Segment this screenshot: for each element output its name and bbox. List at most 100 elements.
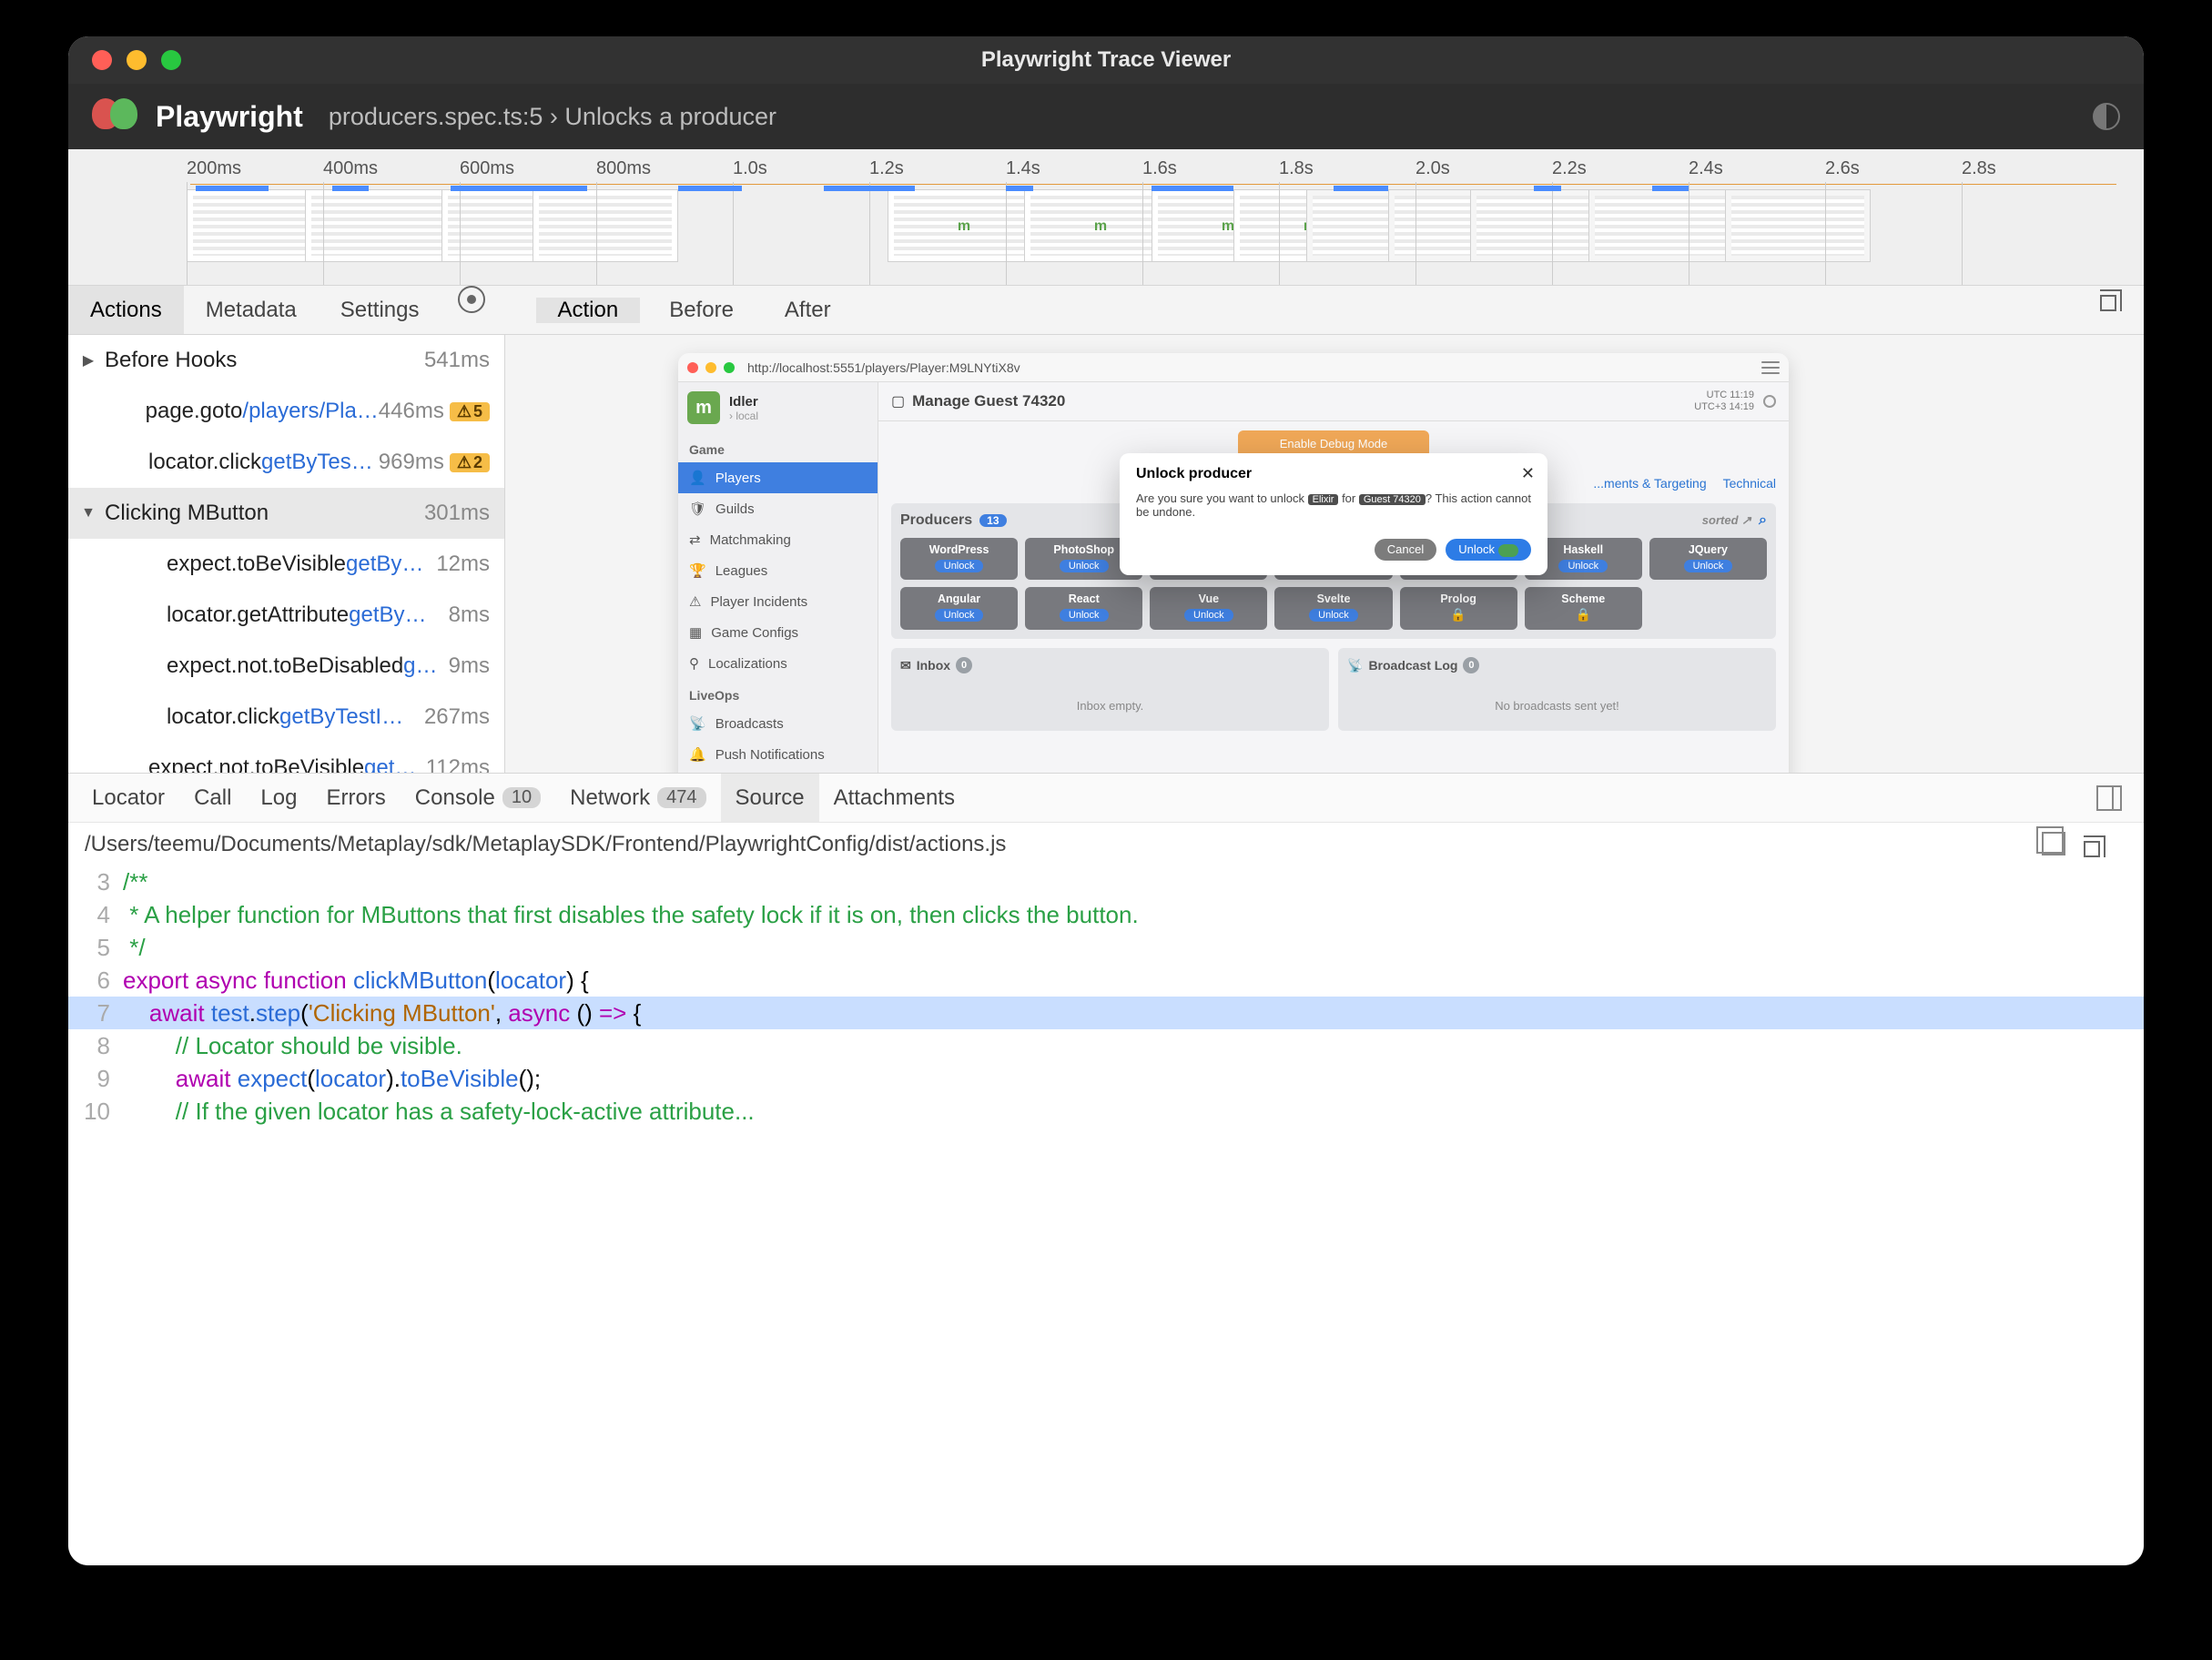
unlock-button[interactable]: Unlock <box>1184 609 1233 622</box>
app-sidebar: m Idler › local Game 👤Players🛡Guilds⇄Mat… <box>678 382 878 773</box>
target-icon[interactable] <box>458 286 485 313</box>
broadcast-title: Broadcast Log <box>1368 658 1457 673</box>
bottom-tab[interactable]: Console10 <box>401 774 555 822</box>
action-row[interactable]: expect.not.toBeDisabled g…9ms <box>68 641 504 692</box>
unlock-button[interactable]: Unlock <box>935 560 984 572</box>
unlock-button[interactable]: Unlock <box>935 609 984 622</box>
copy-icon[interactable] <box>2042 832 2065 855</box>
preview-tab[interactable]: Before <box>647 298 756 323</box>
section-liveops: LiveOps <box>678 679 878 708</box>
timeline-thumb[interactable] <box>1588 189 1734 262</box>
action-row[interactable]: locator.click getByTestI…267ms <box>68 692 504 743</box>
source-path-bar: /Users/teemu/Documents/Metaplay/sdk/Meta… <box>68 822 2144 865</box>
app-nav-item[interactable]: ⇄Matchmaking <box>678 524 878 555</box>
mid-tabbar: ActionsMetadataSettings ActionBefore Afte… <box>68 286 2144 335</box>
app-nav-item[interactable]: 👤Players <box>678 462 878 493</box>
app-url: http://localhost:5551/players/Player:M9L… <box>747 360 1020 375</box>
sidebar-tab[interactable]: Settings <box>319 286 441 334</box>
app-nav-item[interactable]: ▦Game Configs <box>678 617 878 648</box>
split-panel-icon[interactable] <box>2096 785 2122 811</box>
open-file-external-icon[interactable] <box>2084 832 2109 857</box>
timeline-thumb[interactable]: m <box>1024 189 1170 262</box>
timeline-thumb[interactable] <box>533 189 678 262</box>
app-tab[interactable]: ...ments & Targeting <box>1593 476 1706 491</box>
unlock-button[interactable]: Unlock <box>1558 560 1608 572</box>
bottom-tab[interactable]: Network474 <box>555 774 720 822</box>
modal-body: Are you sure you want to unlock Elixir f… <box>1136 491 1531 519</box>
lock-icon: 🔒 <box>1527 607 1640 622</box>
timeline-tick: 600ms <box>460 158 514 179</box>
warning-badge: 5 <box>450 402 490 421</box>
bottom-tab[interactable]: Log <box>246 774 311 822</box>
action-row[interactable]: locator.getAttribute getBy…8ms <box>68 590 504 641</box>
search-icon[interactable]: ⌕ <box>1759 512 1767 529</box>
source-code-pane: 3/**4 * A helper function for MButtons t… <box>68 865 2144 1565</box>
timeline-tick: 1.2s <box>869 158 904 179</box>
code-line: 4 * A helper function for MButtons that … <box>68 898 2144 931</box>
preview-tab[interactable]: After <box>763 298 853 323</box>
bottom-tab[interactable]: Locator <box>77 774 179 822</box>
bottom-tab[interactable]: Call <box>179 774 246 822</box>
app-tab[interactable]: Technical <box>1723 476 1776 491</box>
timeline[interactable]: 200ms400ms600ms800ms1.0s1.2s1.4s1.6s1.8s… <box>68 149 2144 286</box>
open-external-icon[interactable] <box>2100 286 2126 311</box>
timeline-thumb[interactable] <box>1725 189 1871 262</box>
action-row[interactable]: ▶Before Hooks541ms <box>68 335 504 386</box>
utc-time-2: UTC+3 14:19 <box>1694 401 1754 413</box>
app-env: › local <box>729 410 758 422</box>
action-row[interactable]: expect.not.toBeVisible get…112ms <box>68 743 504 773</box>
user-avatar-icon[interactable] <box>1763 395 1776 408</box>
sidebar-tabs: ActionsMetadataSettings <box>68 286 441 334</box>
app-window: Playwright Trace Viewer Playwright produ… <box>68 36 2144 1565</box>
timeline-tick: 2.2s <box>1552 158 1587 179</box>
count-badge: 474 <box>657 787 705 808</box>
app-nav-item[interactable]: ⚲Localizations <box>678 648 878 679</box>
action-row[interactable]: locator.click getByTes…969ms2 <box>68 437 504 488</box>
chevron-icon: ▼ <box>77 505 99 521</box>
app-screenshot: http://localhost:5551/players/Player:M9L… <box>678 353 1789 773</box>
app-nav-item[interactable]: 🛡Guilds <box>678 493 878 524</box>
sidebar-tab[interactable]: Metadata <box>184 286 319 334</box>
broadcast-empty: No broadcasts sent yet! <box>1347 673 1767 722</box>
producer-card: WordPressUnlock <box>900 538 1018 580</box>
producer-card: ReactUnlock <box>1025 587 1142 630</box>
unlock-button[interactable]: Unlock <box>1060 560 1109 572</box>
action-row[interactable]: ▼Clicking MButton301ms <box>68 488 504 539</box>
hamburger-icon[interactable] <box>1761 361 1780 374</box>
bottom-tab[interactable]: Attachments <box>819 774 969 822</box>
unlock-button[interactable]: Unlock <box>1309 609 1358 622</box>
broadcast-panel: 📡Broadcast Log 0 No broadcasts sent yet! <box>1338 648 1776 731</box>
action-row[interactable]: expect.toBeVisible getBy…12ms <box>68 539 504 590</box>
app-nav-item[interactable]: 🏆Leagues <box>678 555 878 586</box>
utc-time-1: UTC 11:19 <box>1694 390 1754 401</box>
timeline-tick: 2.0s <box>1415 158 1450 179</box>
unlock-button[interactable]: Unlock <box>1060 609 1109 622</box>
timeline-thumb[interactable] <box>305 189 451 262</box>
theme-toggle-icon[interactable] <box>2093 103 2120 130</box>
action-row[interactable]: page.goto /players/Pla…446ms5 <box>68 386 504 437</box>
inbox-panel: ✉Inbox 0 Inbox empty. <box>891 648 1329 731</box>
timeline-range-bar <box>190 184 2116 185</box>
app-nav-item[interactable]: ⚠Player Incidents <box>678 586 878 617</box>
timeline-thumb[interactable]: m <box>888 189 1033 262</box>
lock-icon: 🔒 <box>1402 607 1516 622</box>
producers-count: 13 <box>979 514 1006 527</box>
app-nav-item[interactable]: 🔔Push Notifications <box>678 739 878 770</box>
timeline-tick: 1.8s <box>1279 158 1314 179</box>
safety-toggle-icon[interactable] <box>1498 544 1518 557</box>
bottom-tab[interactable]: Source <box>721 774 819 822</box>
count-badge: 10 <box>502 787 541 808</box>
unlock-button[interactable]: Unlock <box>1446 539 1531 561</box>
modal-close-icon[interactable]: ✕ <box>1521 464 1535 483</box>
app-nav-item[interactable]: 👥Player Segments <box>678 770 878 773</box>
cancel-button[interactable]: Cancel <box>1375 539 1436 561</box>
unlock-button[interactable]: Unlock <box>1684 560 1733 572</box>
timeline-tick: 2.8s <box>1962 158 1996 179</box>
timeline-tick: 2.4s <box>1689 158 1723 179</box>
sidebar-tab[interactable]: Actions <box>68 286 184 334</box>
bottom-tab[interactable]: Errors <box>311 774 400 822</box>
timeline-tick: 400ms <box>323 158 378 179</box>
app-nav-item[interactable]: 📡Broadcasts <box>678 708 878 739</box>
preview-tab[interactable]: Action <box>536 298 641 323</box>
warning-badge: 2 <box>450 453 490 472</box>
